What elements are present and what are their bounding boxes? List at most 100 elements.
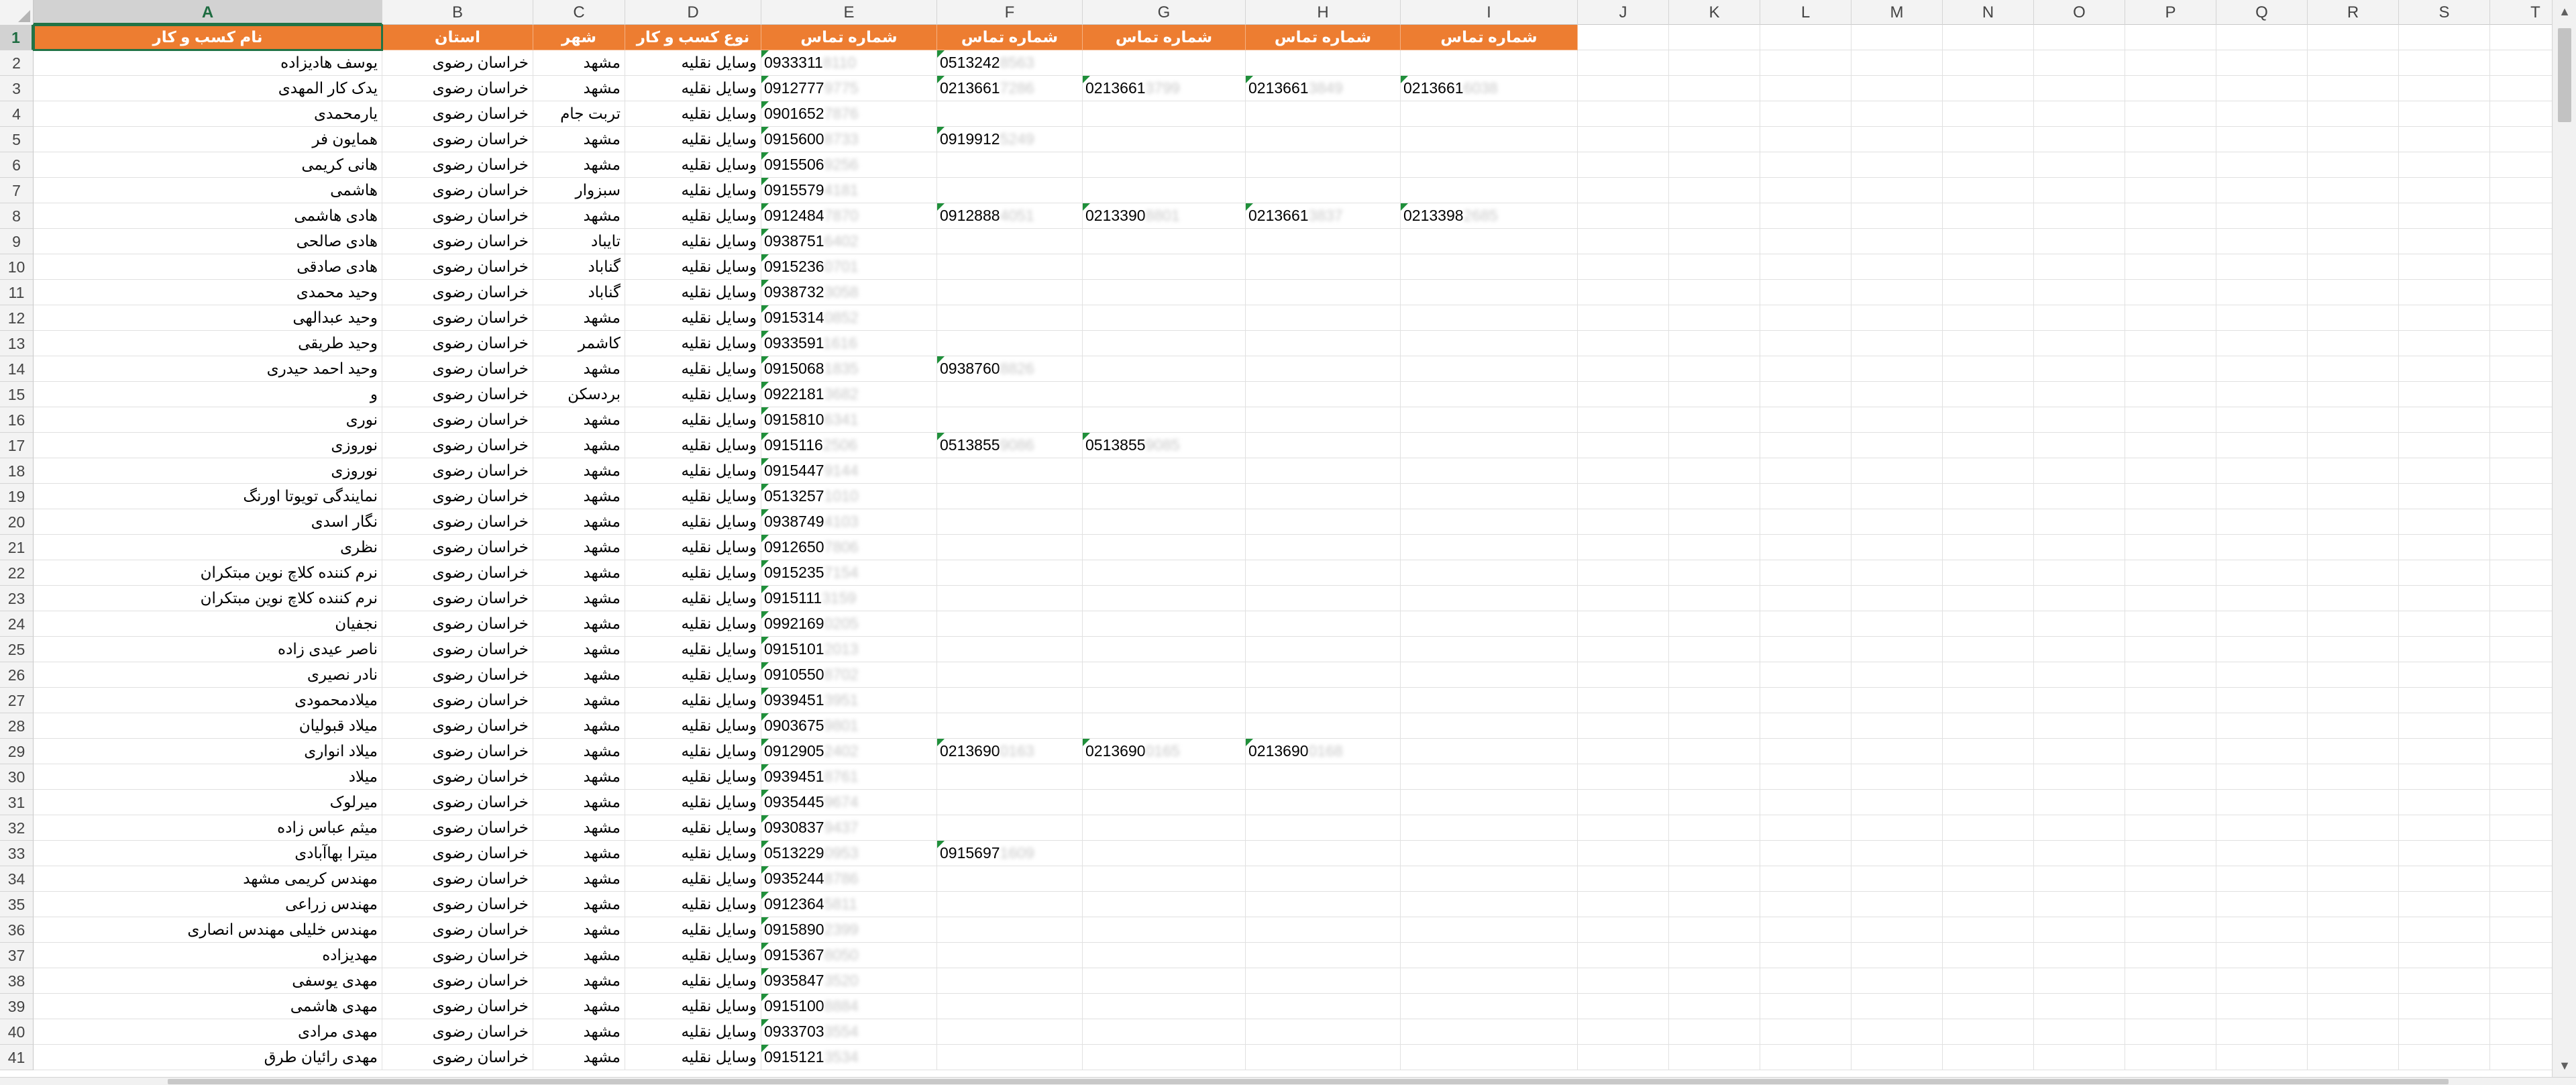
row-header-33[interactable]: 33 (0, 841, 34, 866)
phone-cell-h[interactable] (1246, 662, 1401, 688)
phone-cell-f[interactable] (937, 254, 1083, 280)
empty-cell[interactable] (2034, 943, 2125, 968)
city-cell[interactable]: مشهد (533, 152, 625, 178)
empty-cell[interactable] (1760, 841, 1851, 866)
row-header-18[interactable]: 18 (0, 458, 34, 484)
business-type-cell[interactable]: وسایل نقلیه (625, 407, 761, 433)
phone-cell-e[interactable]: 09153140852 (761, 305, 937, 331)
phone-cell-e[interactable]: 09105508702 (761, 662, 937, 688)
empty-cell[interactable] (2490, 764, 2552, 790)
row-header-7[interactable]: 7 (0, 178, 34, 203)
empty-cell[interactable] (1851, 484, 1943, 509)
empty-cell[interactable] (2034, 917, 2125, 943)
empty-cell[interactable] (1760, 1019, 1851, 1045)
empty-cell[interactable] (1943, 968, 2034, 994)
business-name-cell[interactable]: میلاد قبولیان (34, 713, 382, 739)
empty-cell[interactable] (2399, 866, 2490, 892)
empty-cell[interactable] (2216, 458, 2308, 484)
empty-cell[interactable] (2490, 25, 2552, 50)
phone-cell-f[interactable] (937, 790, 1083, 815)
city-cell[interactable]: مشهد (533, 586, 625, 611)
province-cell[interactable]: خراسان رضوی (382, 484, 533, 509)
phone-cell-f[interactable] (937, 1045, 1083, 1070)
row-header-6[interactable]: 6 (0, 152, 34, 178)
empty-cell[interactable] (2399, 50, 2490, 76)
business-name-cell[interactable]: وحید محمدی (34, 280, 382, 305)
phone-cell-i[interactable] (1401, 994, 1578, 1019)
empty-cell[interactable] (1669, 1019, 1760, 1045)
phone-cell-g[interactable] (1083, 535, 1246, 560)
row-header-2[interactable]: 2 (0, 50, 34, 76)
empty-cell[interactable] (1760, 968, 1851, 994)
business-name-cell[interactable]: هانی کریمی (34, 152, 382, 178)
province-cell[interactable]: خراسان رضوی (382, 611, 533, 637)
empty-cell[interactable] (1943, 50, 2034, 76)
empty-cell[interactable] (1851, 331, 1943, 356)
empty-cell[interactable] (1578, 229, 1669, 254)
empty-cell[interactable] (2216, 203, 2308, 229)
phone-cell-f[interactable]: 02136617286 (937, 76, 1083, 101)
empty-cell[interactable] (2308, 739, 2399, 764)
phone-cell-i[interactable] (1401, 1019, 1578, 1045)
empty-cell[interactable] (1943, 535, 2034, 560)
empty-cell[interactable] (1578, 127, 1669, 152)
row-header-14[interactable]: 14 (0, 356, 34, 382)
empty-cell[interactable] (2490, 356, 2552, 382)
empty-cell[interactable] (2308, 509, 2399, 535)
phone-cell-h[interactable] (1246, 229, 1401, 254)
phone-cell-i[interactable] (1401, 560, 1578, 586)
phone-cell-g[interactable] (1083, 280, 1246, 305)
empty-cell[interactable] (1669, 484, 1760, 509)
empty-cell[interactable] (1578, 50, 1669, 76)
column-header-o[interactable]: O (2034, 0, 2125, 25)
empty-cell[interactable] (2216, 407, 2308, 433)
phone-cell-i[interactable] (1401, 892, 1578, 917)
business-type-cell[interactable]: وسایل نقلیه (625, 841, 761, 866)
row-header-11[interactable]: 11 (0, 280, 34, 305)
empty-cell[interactable] (2399, 331, 2490, 356)
empty-cell[interactable] (1669, 637, 1760, 662)
business-name-cell[interactable]: هادی صادقی (34, 254, 382, 280)
business-type-cell[interactable]: وسایل نقلیه (625, 203, 761, 229)
business-name-cell[interactable]: میلادمحمودی (34, 688, 382, 713)
phone-cell-e[interactable]: 09337033554 (761, 1019, 937, 1045)
empty-cell[interactable] (2125, 917, 2216, 943)
empty-cell[interactable] (1760, 535, 1851, 560)
business-type-cell[interactable]: وسایل نقلیه (625, 866, 761, 892)
empty-cell[interactable] (2216, 764, 2308, 790)
phone-cell-g[interactable]: 02133908801 (1083, 203, 1246, 229)
empty-cell[interactable] (2125, 611, 2216, 637)
business-type-cell[interactable]: وسایل نقلیه (625, 280, 761, 305)
empty-cell[interactable] (1760, 50, 1851, 76)
empty-cell[interactable] (1943, 458, 2034, 484)
province-cell[interactable]: خراسان رضوی (382, 178, 533, 203)
phone-cell-e[interactable]: 09123645811 (761, 892, 937, 917)
empty-cell[interactable] (1669, 76, 1760, 101)
empty-cell[interactable] (1760, 458, 1851, 484)
row-header-13[interactable]: 13 (0, 331, 34, 356)
phone-cell-f[interactable]: 05138559086 (937, 433, 1083, 458)
empty-cell[interactable] (2308, 254, 2399, 280)
empty-cell[interactable] (1943, 994, 2034, 1019)
phone-cell-f[interactable]: 05132428563 (937, 50, 1083, 76)
column-header-j[interactable]: J (1578, 0, 1669, 25)
empty-cell[interactable] (2034, 790, 2125, 815)
empty-cell[interactable] (1760, 892, 1851, 917)
empty-cell[interactable] (1851, 509, 1943, 535)
phone-cell-e[interactable]: 09352448786 (761, 866, 937, 892)
province-cell[interactable]: خراسان رضوی (382, 917, 533, 943)
business-type-cell[interactable]: وسایل نقلیه (625, 586, 761, 611)
business-name-cell[interactable]: نرم کننده کلاچ نوین مبتکران (34, 560, 382, 586)
empty-cell[interactable] (2399, 458, 2490, 484)
row-header-22[interactable]: 22 (0, 560, 34, 586)
empty-cell[interactable] (1943, 739, 2034, 764)
empty-cell[interactable] (1943, 127, 2034, 152)
empty-cell[interactable] (1669, 25, 1760, 50)
column-header-s[interactable]: S (2399, 0, 2490, 25)
horizontal-scrollbar[interactable] (0, 1077, 2576, 1085)
empty-cell[interactable] (1578, 25, 1669, 50)
phone-cell-g[interactable] (1083, 509, 1246, 535)
empty-cell[interactable] (2216, 433, 2308, 458)
empty-cell[interactable] (1578, 458, 1669, 484)
phone-cell-e[interactable]: 09394513951 (761, 688, 937, 713)
